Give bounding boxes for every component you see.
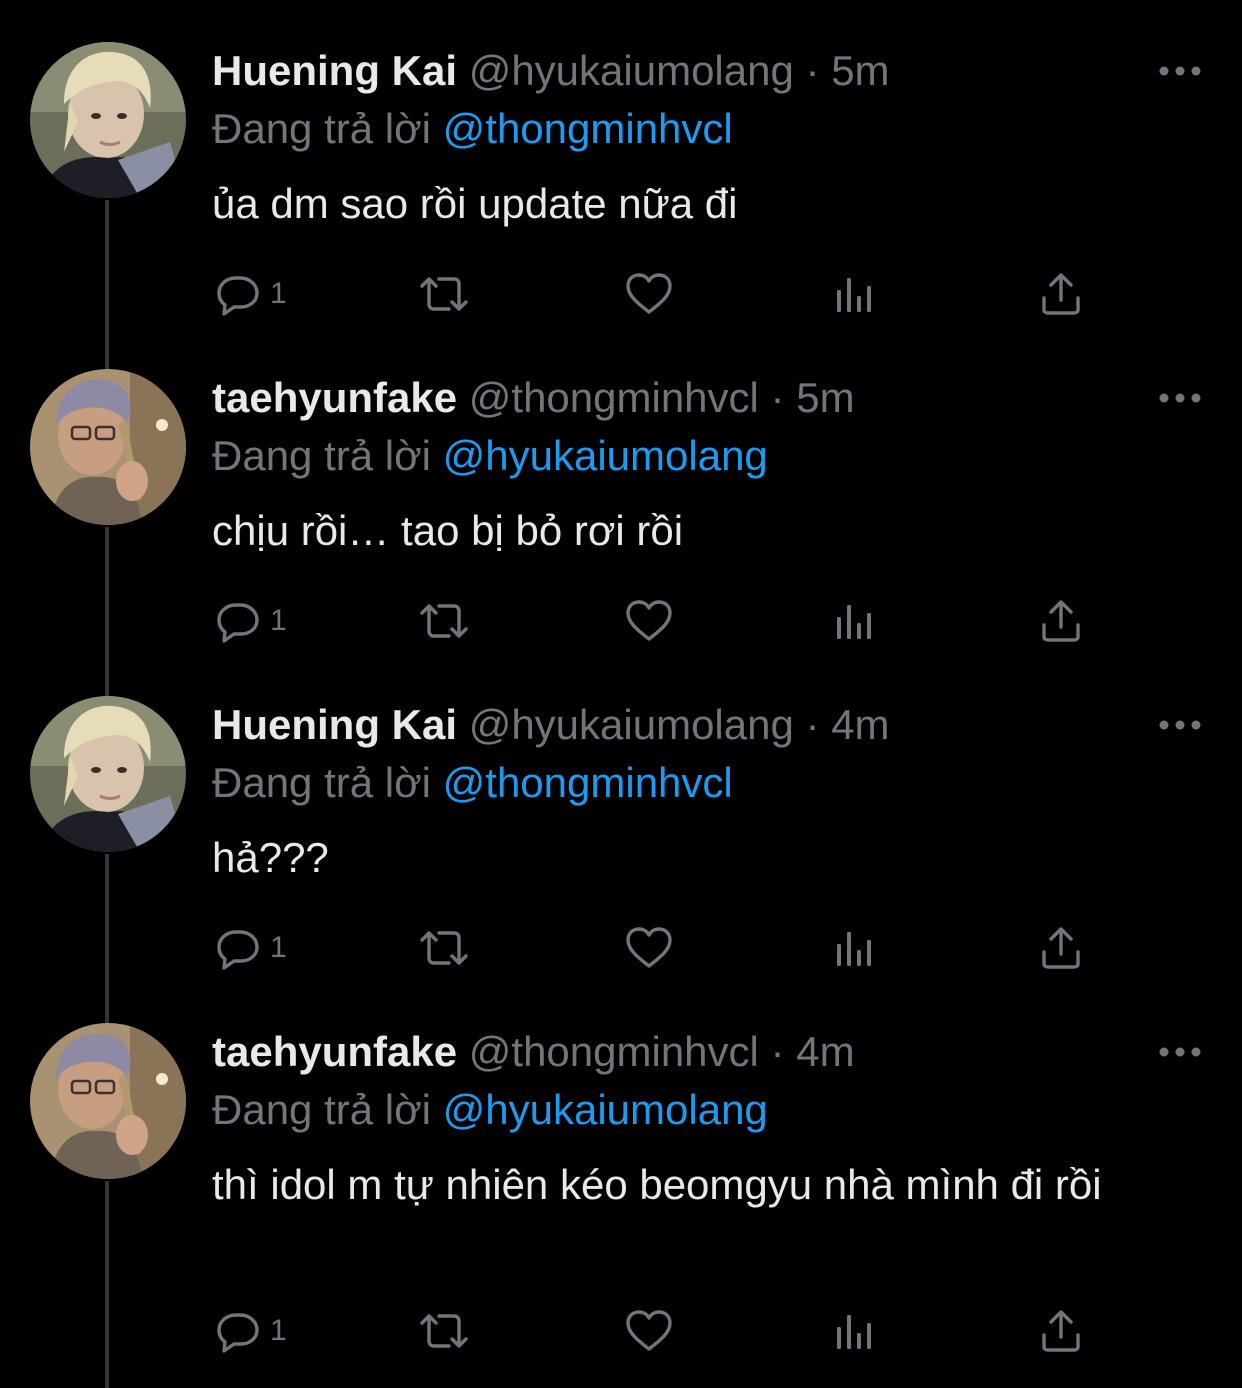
heart-outline-icon: [624, 597, 674, 645]
user-handle[interactable]: @hyukaiumolang: [469, 701, 794, 748]
heart-outline-icon: [624, 270, 674, 318]
share-button[interactable]: [1038, 924, 1084, 972]
retweet-arrows-icon: [416, 924, 472, 972]
replying-to-label: Đang trả lời: [212, 1086, 431, 1133]
bar-chart-icon: [832, 270, 878, 318]
like-button[interactable]: [624, 597, 674, 645]
tweet[interactable]: taehyunfake @thongminhvcl · 5m Đang trả …: [0, 327, 1242, 697]
tweet-text: hả???: [212, 834, 329, 881]
action-bar: 1: [210, 924, 1110, 972]
like-button[interactable]: [624, 924, 674, 972]
bar-chart-icon: [832, 597, 878, 645]
retweet-button[interactable]: [416, 1307, 472, 1355]
reply-button[interactable]: 1: [214, 270, 287, 318]
timestamp[interactable]: 4m: [831, 701, 889, 748]
tweet-header: taehyunfake @thongminhvcl · 5m: [212, 373, 855, 423]
share-button[interactable]: [1038, 597, 1084, 645]
user-handle[interactable]: @thongminhvcl: [469, 1028, 759, 1075]
reply-mention-link[interactable]: @thongminhvcl: [443, 105, 733, 152]
share-upload-icon: [1038, 597, 1084, 645]
views-button[interactable]: [832, 597, 878, 645]
more-horizontal-icon[interactable]: [1156, 1039, 1204, 1065]
replying-to-line: Đang trả lời @hyukaiumolang: [212, 1085, 768, 1135]
reply-mention-link[interactable]: @hyukaiumolang: [443, 1086, 768, 1133]
share-button[interactable]: [1038, 270, 1084, 318]
reply-button[interactable]: 1: [214, 924, 287, 972]
timestamp[interactable]: 4m: [796, 1028, 854, 1075]
replying-to-label: Đang trả lời: [212, 105, 431, 152]
more-horizontal-icon[interactable]: [1156, 712, 1204, 738]
speech-bubble-icon: [214, 597, 262, 645]
retweet-button[interactable]: [416, 924, 472, 972]
more-horizontal-icon[interactable]: [1156, 385, 1204, 411]
retweet-arrows-icon: [416, 597, 472, 645]
tweet-header: Huening Kai @hyukaiumolang · 4m: [212, 700, 890, 750]
views-button[interactable]: [832, 270, 878, 318]
display-name[interactable]: taehyunfake: [212, 1028, 457, 1075]
share-upload-icon: [1038, 270, 1084, 318]
heart-outline-icon: [624, 1307, 674, 1355]
heart-outline-icon: [624, 924, 674, 972]
views-button[interactable]: [832, 1307, 878, 1355]
timestamp[interactable]: 5m: [796, 374, 854, 421]
separator-dot: ·: [805, 701, 820, 748]
share-button[interactable]: [1038, 1307, 1084, 1355]
share-upload-icon: [1038, 1307, 1084, 1355]
reply-count: 1: [270, 277, 287, 310]
retweet-arrows-icon: [416, 270, 472, 318]
separator-dot: ·: [805, 47, 820, 94]
retweet-button[interactable]: [416, 597, 472, 645]
display-name[interactable]: Huening Kai: [212, 701, 457, 748]
thread-connector-line: [105, 1181, 109, 1388]
retweet-button[interactable]: [416, 270, 472, 318]
more-horizontal-icon[interactable]: [1156, 58, 1204, 84]
retweet-arrows-icon: [416, 1307, 472, 1355]
replying-to-line: Đang trả lời @hyukaiumolang: [212, 431, 768, 481]
reply-count: 1: [270, 1314, 287, 1347]
tweet[interactable]: taehyunfake @thongminhvcl · 4m Đang trả …: [0, 981, 1242, 1388]
tweet-text: thì idol m tự nhiên kéo beomgyu nhà mình…: [212, 1161, 1102, 1208]
conversation-thread: Huening Kai @hyukaiumolang · 5m Đang trả…: [0, 0, 1242, 1388]
separator-dot: ·: [770, 1028, 785, 1075]
speech-bubble-icon: [214, 924, 262, 972]
avatar[interactable]: [30, 696, 186, 852]
action-bar: 1: [210, 270, 1110, 318]
tweet[interactable]: Huening Kai @hyukaiumolang · 5m Đang trả…: [0, 0, 1242, 370]
timestamp[interactable]: 5m: [831, 47, 889, 94]
tweet-header: taehyunfake @thongminhvcl · 4m: [212, 1027, 855, 1077]
speech-bubble-icon: [214, 1307, 262, 1355]
action-bar: 1: [210, 1307, 1110, 1355]
user-handle[interactable]: @thongminhvcl: [469, 374, 759, 421]
user-handle[interactable]: @hyukaiumolang: [469, 47, 794, 94]
avatar[interactable]: [30, 369, 186, 525]
reply-button[interactable]: 1: [214, 597, 287, 645]
avatar[interactable]: [30, 42, 186, 198]
speech-bubble-icon: [214, 270, 262, 318]
reply-mention-link[interactable]: @thongminhvcl: [443, 759, 733, 806]
replying-to-line: Đang trả lời @thongminhvcl: [212, 104, 733, 154]
views-button[interactable]: [832, 924, 878, 972]
replying-to-line: Đang trả lời @thongminhvcl: [212, 758, 733, 808]
tweet-text: chịu rồi… tao bị bỏ rơi rồi: [212, 507, 684, 554]
reply-button[interactable]: 1: [214, 1307, 287, 1355]
reply-count: 1: [270, 931, 287, 964]
share-upload-icon: [1038, 924, 1084, 972]
like-button[interactable]: [624, 1307, 674, 1355]
display-name[interactable]: taehyunfake: [212, 374, 457, 421]
tweet-text: ủa dm sao rồi update nữa đi: [212, 180, 738, 227]
tweet-header: Huening Kai @hyukaiumolang · 5m: [212, 46, 890, 96]
display-name[interactable]: Huening Kai: [212, 47, 457, 94]
avatar[interactable]: [30, 1023, 186, 1179]
bar-chart-icon: [832, 1307, 878, 1355]
replying-to-label: Đang trả lời: [212, 759, 431, 806]
replying-to-label: Đang trả lời: [212, 432, 431, 479]
tweet[interactable]: Huening Kai @hyukaiumolang · 4m Đang trả…: [0, 654, 1242, 1024]
action-bar: 1: [210, 597, 1110, 645]
separator-dot: ·: [770, 374, 785, 421]
reply-count: 1: [270, 604, 287, 637]
bar-chart-icon: [832, 924, 878, 972]
reply-mention-link[interactable]: @hyukaiumolang: [443, 432, 768, 479]
like-button[interactable]: [624, 270, 674, 318]
